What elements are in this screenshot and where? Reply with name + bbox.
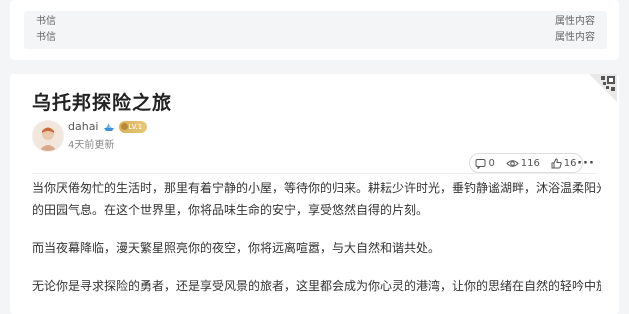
article-paragraph: 的田园气息。在这个世界里，你将品味生命的安宁，享受悠然自得的片刻。 (32, 203, 429, 217)
comments-count: 0 (488, 157, 495, 169)
author-avatar[interactable] (32, 120, 64, 152)
divider (32, 173, 597, 174)
thumbs-up-icon (551, 157, 562, 168)
comment-icon (475, 158, 486, 169)
attribute-key: 书信 (36, 16, 56, 27)
author-name[interactable]: dahai (68, 120, 99, 133)
avatar-image (39, 127, 57, 151)
attribute-row: 书信 属性内容 (36, 14, 595, 30)
views-stat: 116 (506, 158, 540, 169)
vip-boat-icon (103, 122, 114, 131)
attribute-row: 书信 属性内容 (36, 30, 595, 46)
article-paragraph: 当你厌倦匆忙的生活时，那里有着宁静的小屋，等待你的归来。耕耘少许时光，垂钓静谧湖… (32, 181, 601, 195)
likes-stat[interactable]: 16 (551, 158, 577, 169)
article-title: 乌托邦探险之旅 (32, 92, 173, 114)
eye-icon (506, 159, 519, 167)
views-count: 116 (520, 157, 540, 169)
update-time: 4天前更新 (68, 140, 115, 151)
article-card: 乌托邦探险之旅 dahai LV.1 4天前更新 0 116 16 ··· 当你… (10, 74, 619, 314)
qr-code-icon[interactable] (589, 74, 617, 102)
article-paragraph: 而当夜幕降临，漫天繁星照亮你的夜空，你将远离喧嚣，与大自然和谐共处。 (32, 241, 441, 255)
comments-stat[interactable]: 0 (475, 157, 495, 169)
info-card: 书信 属性内容 书信 属性内容 (10, 0, 619, 60)
attribute-value: 属性内容 (555, 16, 595, 27)
stats-bar: 0 116 16 (469, 153, 583, 173)
article-paragraph: 无论你是寻求探险的勇者，还是享受风景的旅者，这里都会成为你心灵的港湾，让你的思绪… (32, 279, 601, 293)
attribute-value: 属性内容 (555, 32, 595, 43)
attribute-key: 书信 (36, 32, 56, 43)
level-badge: LV.1 (118, 120, 148, 133)
author-line: dahai LV.1 (68, 120, 148, 133)
more-options-icon[interactable]: ··· (575, 153, 597, 173)
attribute-box: 书信 属性内容 书信 属性内容 (24, 11, 607, 49)
